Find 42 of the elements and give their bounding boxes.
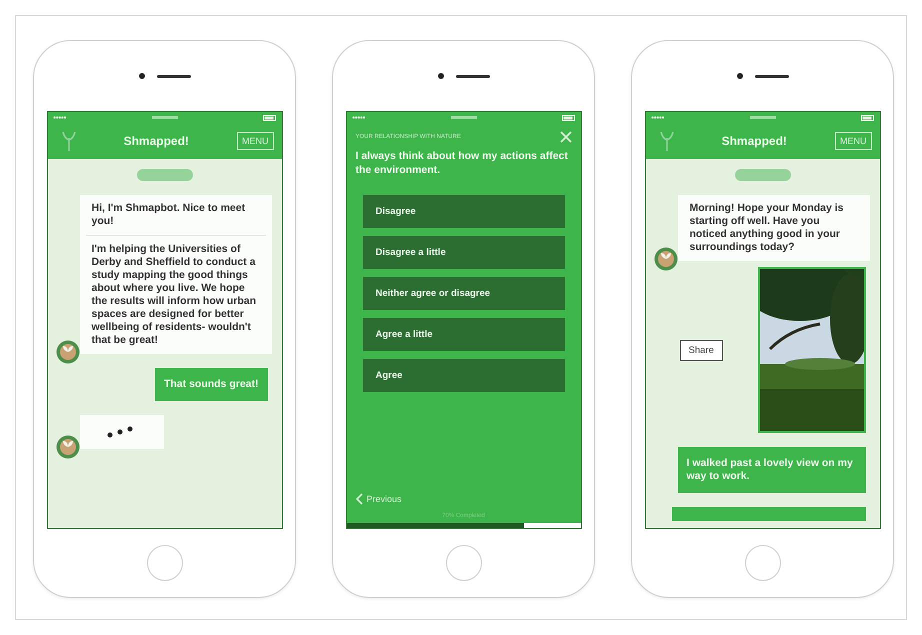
chevron-left-icon [356,493,362,505]
battery-icon [562,114,576,120]
app-title: Shmapped! [722,134,787,148]
speaker-icon [754,74,788,78]
camera-icon [138,73,144,79]
home-button[interactable] [744,545,780,581]
battery-icon [262,114,276,120]
answer-option[interactable]: Disagree [362,195,564,228]
answer-option[interactable]: Neither agree or disagree [362,277,564,310]
signal-icon [52,115,66,120]
avatar-icon [56,435,80,459]
sprout-icon [62,130,76,152]
avatar-icon [654,247,678,271]
user-message: That sounds great! [154,368,268,401]
camera-icon [438,73,444,79]
share-button[interactable]: Share [680,340,723,360]
home-button[interactable] [446,545,482,581]
answer-option[interactable]: Disagree a little [362,236,564,269]
app-title: Shmapped! [124,134,189,148]
sprout-icon [660,130,674,152]
status-time-bar [450,116,476,119]
speaker-icon [156,74,190,78]
message-text: Hi, I'm Shmapbot. Nice to meet you! [90,201,246,229]
question-text: I always think about how my actions affect the environment. [356,149,569,177]
status-time-bar [750,116,776,119]
home-button[interactable] [146,545,182,581]
message-text: Morning! Hope your Monday is starting off well. Have you noticed anything good in your surroundings today? [688,201,844,255]
answer-option[interactable]: Agree [362,359,564,392]
typing-indicator-icon [80,415,164,449]
avatar-icon [56,340,80,364]
signal-icon [352,115,366,120]
signal-icon [650,115,664,120]
speaker-icon [456,74,490,78]
date-pill [136,169,192,181]
date-pill [734,169,790,181]
answer-option[interactable]: Agree a little [362,318,564,351]
battery-icon [860,114,874,120]
status-time-bar [152,116,178,119]
user-message: I walked past a lovely view on my way to work. [678,447,866,493]
camera-icon [736,73,742,79]
close-icon[interactable] [560,131,572,143]
message-text: I'm helping the Universities of Derby and Sheffield to conduct a study mapping the good things about where you live. We hope the results will inform how urban spaces are designed for better wellbeing of residents- wouldn't that be great! [86,235,266,354]
